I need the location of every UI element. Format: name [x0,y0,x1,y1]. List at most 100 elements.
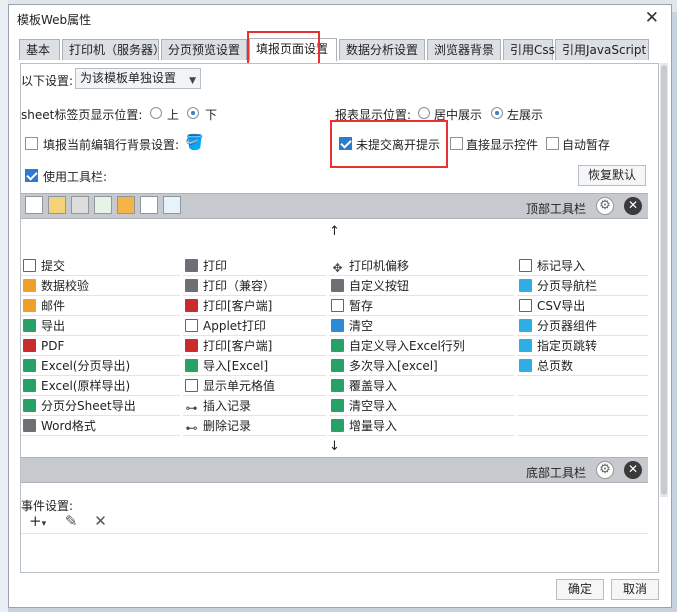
unsubmitted-leave-checkbox[interactable] [339,137,352,150]
tab-basic[interactable]: 基本 [19,39,60,60]
tab-ref-javascript[interactable]: 引用JavaScript [555,39,649,60]
tab-browser-bg[interactable]: 浏览器背景 [427,39,501,60]
list-item[interactable]: 增量导入 [329,416,514,436]
tab-printer-server[interactable]: 打印机（服务器） [62,39,165,60]
list-item[interactable]: 分页器组件 [517,316,648,336]
show-cell-value-icon[interactable] [163,196,181,214]
print-icon [185,279,198,292]
email-icon [23,299,36,312]
list-item[interactable]: 指定页跳转 [517,336,648,356]
cancel-button[interactable]: 取消 [611,579,659,600]
scope-select[interactable]: 为该模板单独设置 ▼ [75,68,201,89]
event-list[interactable] [21,533,648,574]
list-item[interactable]: Excel(分页导出) [21,356,180,376]
grid-label: 打印[客户端] [203,339,273,353]
custom-button-icon [331,279,344,292]
list-item[interactable]: 打印（兼容） [183,276,326,296]
paint-bucket-icon[interactable]: 🪣 [185,133,204,151]
list-item[interactable]: 分页导航栏 [517,276,648,296]
move-down-arrow[interactable]: ↓ [21,438,648,456]
grid-label: 提交 [41,259,66,273]
scrollbar-thumb[interactable] [661,65,667,495]
list-item[interactable]: ⊶ 插入记录 [183,396,326,416]
grid-label: 插入记录 [203,399,252,413]
grid-label: 分页器组件 [537,319,598,333]
export-icon[interactable] [94,196,112,214]
grid-label: Word格式 [41,419,96,433]
page-jump-icon [519,339,532,352]
gear-icon[interactable]: ⚙ [596,461,614,479]
grid-label: 分页分Sheet导出 [41,399,136,413]
insert-row-icon[interactable] [140,196,158,214]
validate-icon[interactable] [48,196,66,214]
chevron-down-icon[interactable]: ▾ [42,519,47,529]
list-item[interactable]: ⊷ 删除记录 [183,416,326,436]
list-item [517,396,648,416]
auto-save-label: 自动暂存 [562,138,611,152]
report-left-label: 左展示 [507,108,544,122]
list-item[interactable]: Applet打印 [183,316,326,336]
list-item[interactable]: 提交 [21,256,180,276]
tab-data-analysis[interactable]: 数据分析设置 [339,39,425,60]
close-icon[interactable]: ✕ [624,197,642,215]
grid-label: 打印[客户端] [203,299,273,313]
list-item[interactable]: 数据校验 [21,276,180,296]
close-icon[interactable]: ✕ [645,8,659,28]
list-item[interactable]: 分页分Sheet导出 [21,396,180,416]
list-item[interactable]: 暂存 [329,296,514,316]
list-item[interactable]: 总页数 [517,356,648,376]
list-item[interactable]: Excel(原样导出) [21,376,180,396]
close-icon[interactable]: ✕ [624,461,642,479]
pdf-icon [23,339,36,352]
csv-icon [519,299,532,312]
grid-label: 暂存 [349,299,374,313]
import-excel-icon [185,359,198,372]
excel-icon [23,399,36,412]
list-item[interactable]: 覆盖导入 [329,376,514,396]
tab-ref-css[interactable]: 引用Css [503,39,555,60]
tab-fill-page-settings[interactable]: 填报页面设置 [249,38,337,61]
list-item[interactable]: 邮件 [21,296,180,316]
tab-page-preview[interactable]: 分页预览设置 [161,39,247,60]
save-icon[interactable] [25,196,43,214]
list-item[interactable]: 自定义导入Excel行列 [329,336,514,356]
gear-icon[interactable]: ⚙ [596,197,614,215]
auto-save-checkbox[interactable] [546,137,559,150]
list-item [517,416,648,436]
list-item[interactable]: 显示单元格值 [183,376,326,396]
list-item[interactable]: 多次导入[excel] [329,356,514,376]
list-item[interactable]: 打印 [183,256,326,276]
list-item[interactable]: 打印[客户端] [183,296,326,316]
print-icon[interactable] [71,196,89,214]
pager-component-icon [519,319,532,332]
list-item[interactable]: ✥ 打印机偏移 [329,256,514,276]
use-toolbar-checkbox[interactable] [25,169,38,182]
list-item[interactable]: PDF [21,336,180,356]
email-icon[interactable] [117,196,135,214]
list-item[interactable]: 自定义按钮 [329,276,514,296]
list-item[interactable]: CSV导出 [517,296,648,316]
submit-icon [23,259,36,272]
list-item[interactable]: 清空 [329,316,514,336]
delete-icon[interactable]: ✕ [94,512,107,530]
ok-button[interactable]: 确定 [556,579,604,600]
unsubmitted-leave-label: 未提交离开提示 [356,138,441,152]
background-left [0,0,8,612]
list-item[interactable]: 导出 [21,316,180,336]
move-up-arrow[interactable]: ↑ [21,223,648,241]
edit-icon[interactable]: ✎ [65,512,78,530]
sheet-top-radio[interactable] [150,107,162,119]
report-center-radio[interactable] [418,107,430,119]
show-controls-checkbox[interactable] [450,137,463,150]
add-icon[interactable]: + [29,512,42,530]
list-item[interactable]: 清空导入 [329,396,514,416]
report-left-radio[interactable] [491,107,503,119]
sheet-bottom-radio[interactable] [187,107,199,119]
list-item[interactable]: 打印[客户端] [183,336,326,356]
list-item[interactable]: Word格式 [21,416,180,436]
list-item[interactable]: 标记导入 [517,256,648,276]
list-item[interactable]: 导入[Excel] [183,356,326,376]
grid-label: 数据校验 [41,279,90,293]
edit-row-bg-checkbox[interactable] [25,137,38,150]
restore-default-button[interactable]: 恢复默认 [578,165,646,186]
